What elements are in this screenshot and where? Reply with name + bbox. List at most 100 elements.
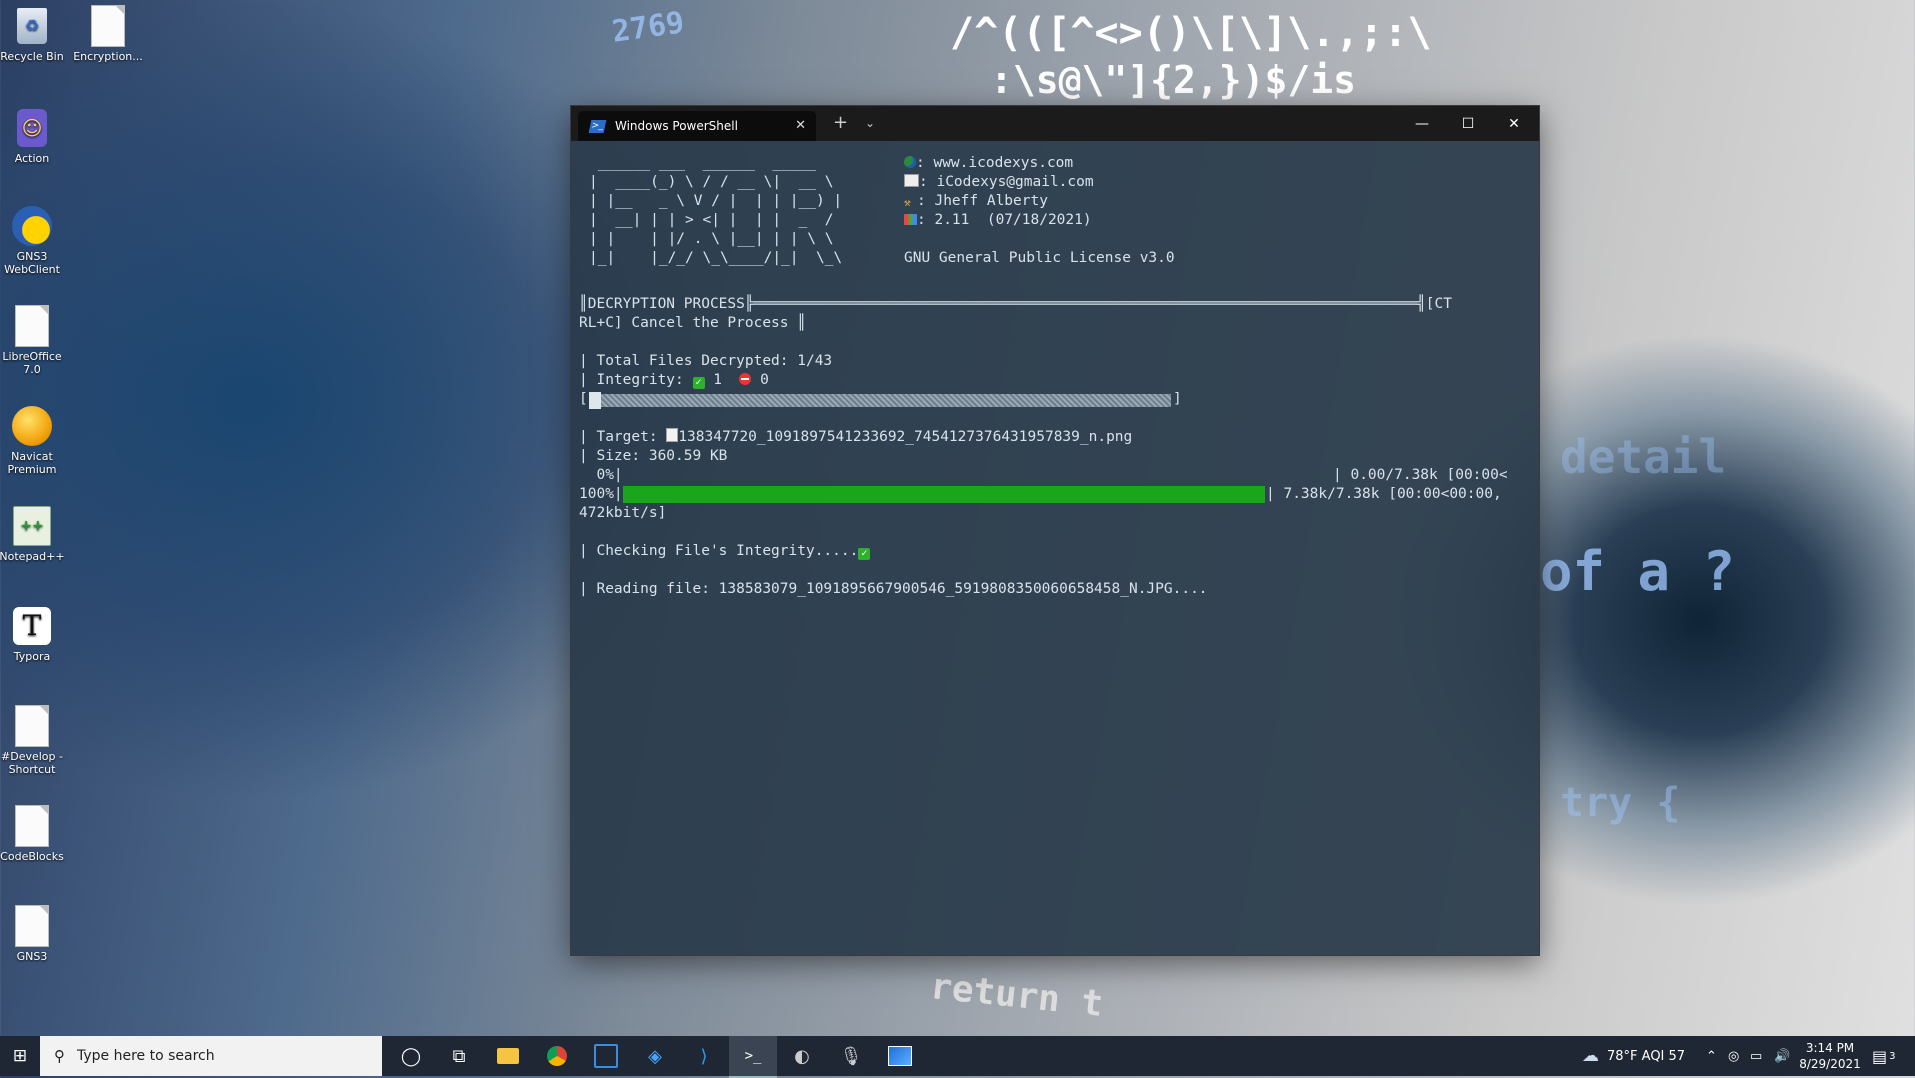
clock[interactable]: 3:14 PM 8/29/2021 (1799, 1036, 1861, 1076)
desktop-icon-codeblocks[interactable]: CodeBlocks (0, 804, 68, 863)
document-icon (86, 4, 130, 48)
minimize-button[interactable]: — (1399, 106, 1445, 141)
overall-progress-track (589, 394, 1171, 407)
desktop-icon-develop-shortcut[interactable]: #Develop - Shortcut (0, 704, 68, 776)
wallpaper-code: detail (1560, 430, 1727, 484)
vscode-icon[interactable]: ⟩ (680, 1036, 728, 1076)
desktop-icon-label: Recycle Bin (0, 50, 64, 63)
progress-rate: 472kbit/s] (579, 505, 667, 521)
meet-now-icon[interactable]: ◎ (1728, 1036, 1739, 1076)
wallpaper-code: /^(([^<>()\[\]\.,;:\ (950, 10, 1432, 56)
weather-widget[interactable]: ☁ 78°F AQI 57 (1582, 1036, 1685, 1076)
tab-windows-powershell[interactable]: >_ Windows PowerShell ✕ (578, 111, 816, 141)
maximize-button[interactable]: ☐ (1445, 106, 1491, 141)
start-button[interactable]: ⊞ (0, 1036, 40, 1076)
recycle-bin-icon: ♻ (10, 4, 54, 48)
windows-logo-icon: ⊞ (12, 1046, 28, 1066)
wallpaper-code: try { (1560, 780, 1681, 826)
tab-dropdown-button[interactable]: ⌄ (865, 116, 875, 130)
desktop-icon-label: LibreOffice 7.0 (2, 350, 62, 376)
document-icon (10, 704, 54, 748)
wallpaper-code: 2769 (609, 5, 687, 50)
close-button[interactable]: ✕ (1491, 106, 1537, 141)
terminal-taskbar-icon[interactable]: >_ (729, 1036, 777, 1078)
reading-file-line: | Reading file: 138583079_10918956679005… (579, 581, 1208, 597)
overall-progress-fill (589, 392, 601, 409)
info-author: ⚒: Jheff Alberty (904, 193, 1048, 209)
info-version: : 2.11 (07/18/2021) (904, 211, 1092, 230)
desktop-icon-label: CodeBlocks (0, 850, 64, 863)
browser-icon[interactable]: ◐ (778, 1036, 826, 1076)
file-explorer-icon[interactable] (484, 1036, 532, 1076)
visual-studio-icon[interactable] (582, 1036, 630, 1076)
target-line: | Target: 138347720_1091897541233692_745… (579, 428, 1133, 445)
desktop-icon-libreoffice[interactable]: LibreOffice 7.0 (0, 304, 68, 376)
target-size: | Size: 360.59 KB (579, 448, 728, 464)
desktop-icon-label: Navicat Premium (7, 450, 57, 476)
close-tab-icon[interactable]: ✕ (795, 119, 806, 132)
typora-icon: T (10, 604, 54, 648)
terminal-output[interactable]: ______ ___ ______ _____ | ____(_) \ / / … (579, 154, 1531, 955)
cortana-icon[interactable]: ◯ (387, 1036, 435, 1076)
clock-date: 8/29/2021 (1799, 1057, 1861, 1071)
total-files-decrypted: | Total Files Decrypted: 1/43 (579, 353, 833, 369)
wallpaper-code: :\s@\"]{2,})$/is (990, 58, 1357, 102)
wallpaper-code: return t (928, 966, 1106, 1025)
chrome-icon[interactable] (533, 1036, 581, 1076)
desktop-icon-label: GNS3 (16, 950, 48, 963)
volume-icon[interactable]: 🔊 (1774, 1036, 1790, 1076)
desktop-icon-label: #Develop - Shortcut (1, 750, 63, 776)
page-icon (666, 428, 679, 442)
action-center-button[interactable]: ▤ 3 (1872, 1036, 1896, 1076)
task-view-icon[interactable]: ⧉ (435, 1036, 483, 1076)
integrity-line: | Integrity: ✓ 1 0 (579, 372, 769, 389)
ascii-art-line: |_| |_/_/ \_\____/|_| \_\ (589, 250, 843, 266)
envelope-icon (904, 174, 919, 187)
progress-0-left: 0%| (579, 467, 623, 483)
desktop-icon-action[interactable]: ☺ Action (0, 106, 68, 165)
file-progress-fill (623, 486, 1265, 503)
desktop-icon-encryption[interactable]: Encryption... (72, 4, 144, 63)
desktop-icon-label: GNS3 WebClient (4, 250, 60, 276)
check-icon: ✓ (692, 377, 705, 389)
chart-icon (904, 214, 917, 225)
photos-icon[interactable] (876, 1036, 924, 1076)
overall-progress-close: ] (1173, 391, 1182, 407)
gns3-webclient-icon (10, 204, 54, 248)
weather-text: 78°F AQI 57 (1607, 1048, 1686, 1064)
desktop-icon-gns3[interactable]: GNS3 (0, 904, 68, 963)
network-icon[interactable]: ▭ (1750, 1036, 1762, 1076)
globe-icon (904, 156, 916, 168)
show-hidden-icons[interactable]: ⌃ (1706, 1036, 1717, 1076)
hammer-icon: ⚒ (904, 196, 911, 209)
search-icon: ⚲ (54, 1047, 65, 1065)
desktop-icon-gns3-webclient[interactable]: GNS3 WebClient (0, 204, 68, 276)
chevron-up-icon: ⌃ (1706, 1048, 1717, 1064)
action-app-icon: ☺ (10, 106, 54, 150)
desktop-icon-label: Typora (13, 650, 51, 663)
desktop-icon-navicat[interactable]: Navicat Premium (0, 404, 68, 476)
desktop-icon-label: Notepad++ (0, 550, 65, 563)
title-bar[interactable]: >_ Windows PowerShell ✕ + ⌄ — ☐ ✕ (571, 106, 1539, 141)
notepadpp-icon: ++ (10, 504, 54, 548)
ascii-art-line: | ____(_) \ / / __ \| __ \ (589, 174, 834, 190)
clock-time: 3:14 PM (1805, 1041, 1855, 1055)
microphone-icon[interactable]: 🎙 (827, 1036, 875, 1076)
check-icon: ✓ (858, 548, 871, 560)
progress-100-left: 100%| (579, 486, 623, 502)
desktop-icon-recycle-bin[interactable]: ♻ Recycle Bin (0, 4, 68, 63)
info-email: : iCodexys@gmail.com (904, 173, 1094, 192)
search-box[interactable]: ⚲ Type here to search (40, 1036, 382, 1076)
progress-100-right: | 7.38k/7.38k [00:00<00:00, (1266, 486, 1502, 502)
desktop-icon-typora[interactable]: T Typora (0, 604, 68, 663)
new-tab-button[interactable]: + (833, 114, 848, 132)
terminal-window[interactable]: >_ Windows PowerShell ✕ + ⌄ — ☐ ✕ ______… (571, 106, 1539, 955)
notification-icon: ▤ (1872, 1046, 1888, 1066)
no-entry-icon (739, 373, 752, 385)
info-license: GNU General Public License v3.0 (904, 250, 1175, 266)
desktop-icon-notepadpp[interactable]: ++ Notepad++ (0, 504, 68, 563)
ascii-art-line: ______ ___ ______ _____ (589, 155, 825, 171)
cloud-icon: ☁ (1582, 1046, 1599, 1066)
dev-tool-icon[interactable]: ◈ (631, 1036, 679, 1076)
integrity-check-line: | Checking File's Integrity..... ✓ (579, 542, 871, 561)
